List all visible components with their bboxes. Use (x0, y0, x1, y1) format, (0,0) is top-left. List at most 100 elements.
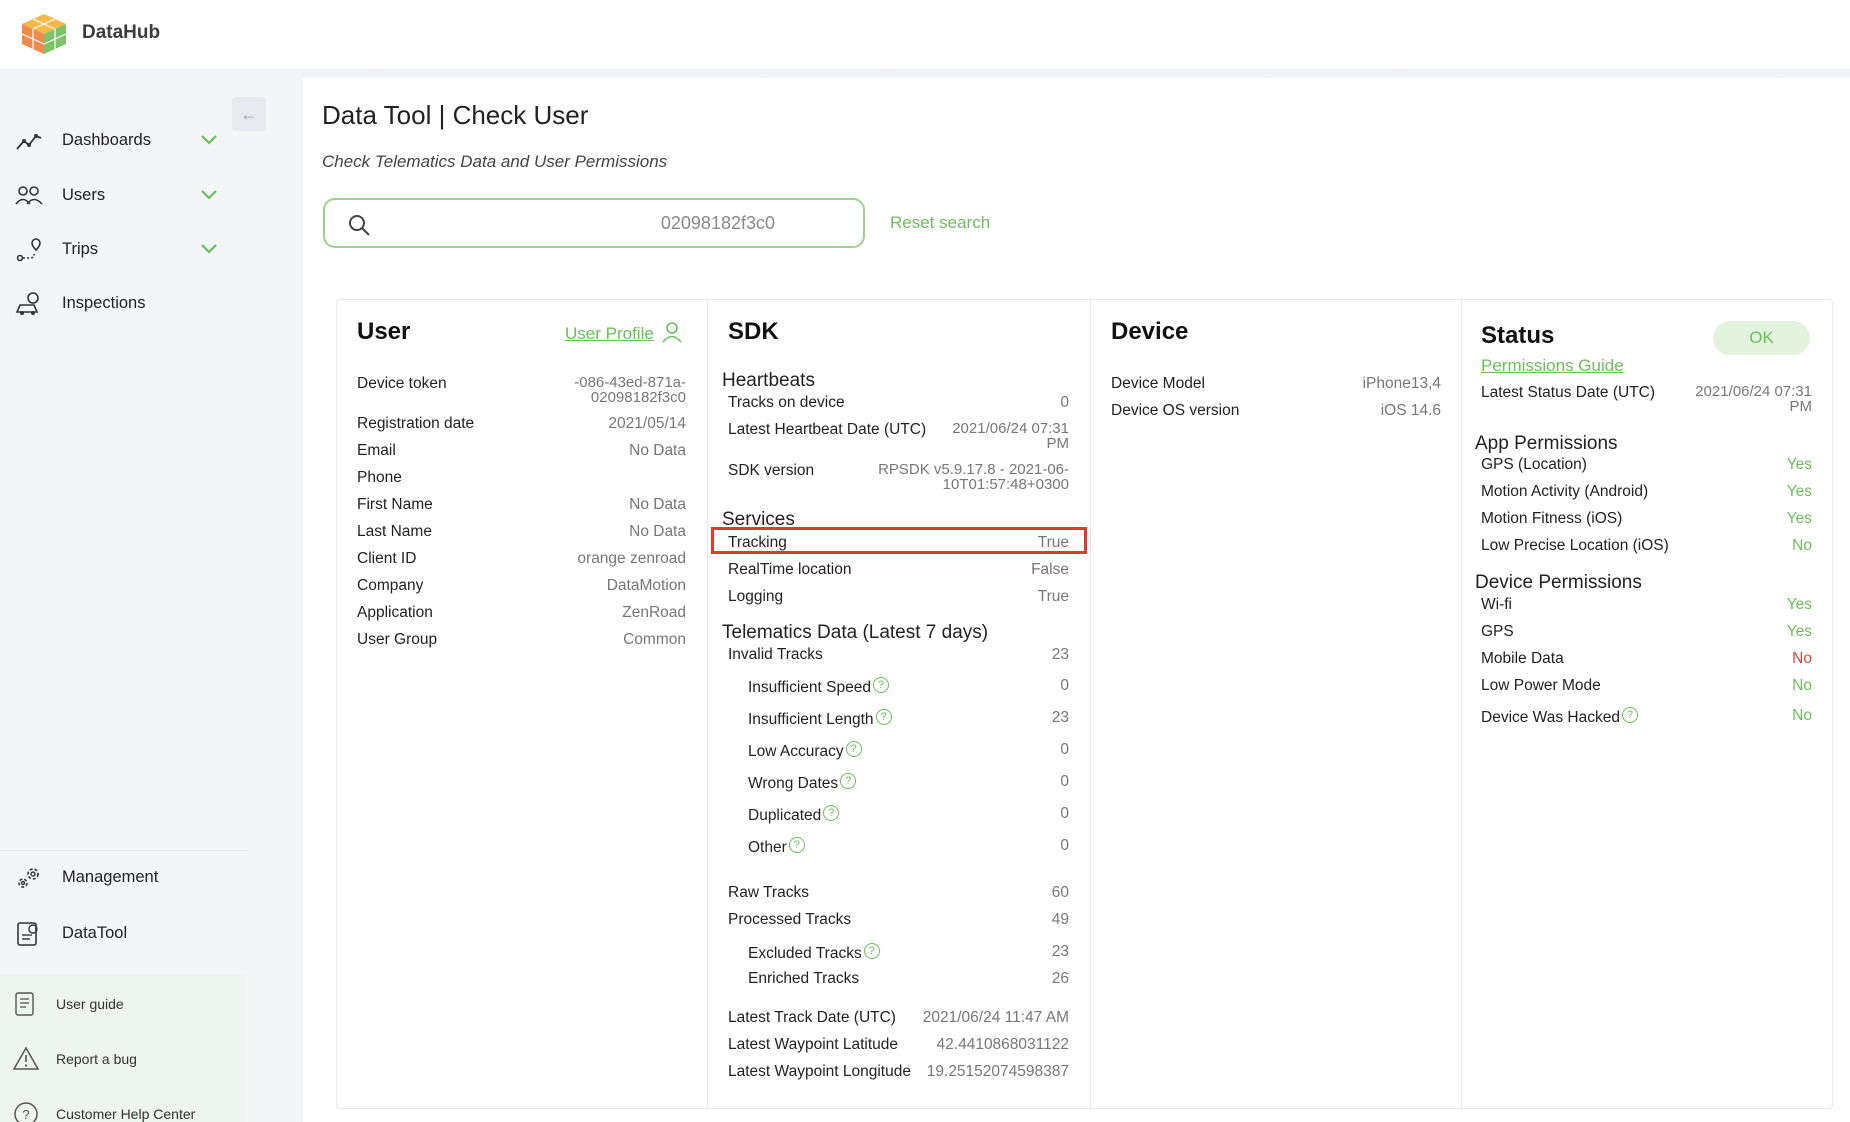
device-permissions-title: Device Permissions (1475, 572, 1642, 593)
row-label: Latest Status Date (UTC) (1481, 384, 1656, 401)
row-label: Wi-fi (1481, 596, 1512, 613)
row-value: 23 (1051, 646, 1069, 663)
sdk-row-excluded-tracks: Excluded Tracks? 23 (748, 943, 1069, 967)
sidebar-item-management[interactable]: Management (0, 858, 246, 898)
help-icon[interactable]: ? (845, 741, 862, 757)
help-icon[interactable]: ? (863, 943, 880, 959)
row-label: Raw Tracks (728, 884, 809, 901)
sidebar-item-dashboards[interactable]: Dashboards (0, 121, 246, 161)
search-box[interactable] (323, 198, 865, 248)
sdk-row-insufficient-length: Insufficient Length? 23 (748, 709, 1069, 733)
row-value: Yes (1786, 456, 1812, 473)
sidebar-item-inspections[interactable]: Inspections (0, 284, 246, 324)
user-row-last-name: Last Name No Data (357, 523, 686, 547)
heartbeats-title: Heartbeats (722, 370, 815, 391)
chevron-down-icon[interactable] (200, 133, 218, 147)
datahub-logo-icon[interactable] (18, 12, 70, 56)
row-value: 2021/05/14 (608, 415, 686, 432)
users-icon (15, 186, 43, 205)
perm-row-motion-fitness: Motion Fitness (iOS) Yes (1481, 510, 1812, 534)
sidebar-item-label: Trips (62, 240, 99, 258)
row-value: 0 (1060, 677, 1069, 694)
perm-row-low-precise-location: Low Precise Location (iOS) No (1481, 537, 1812, 561)
row-label: Tracks on device (728, 394, 845, 411)
perm-row-motion-activity: Motion Activity (Android) Yes (1481, 483, 1812, 507)
chevron-down-icon[interactable] (200, 242, 218, 256)
row-label: Enriched Tracks (748, 970, 860, 987)
status-row-latest-date: Latest Status Date (UTC) 2021/06/24 07:31… (1481, 384, 1812, 416)
sidebar-item-label: Users (62, 186, 106, 204)
row-label: Latest Waypoint Latitude (728, 1036, 899, 1053)
sdk-section-title: SDK (728, 318, 779, 345)
row-label: Motion Activity (Android) (1481, 483, 1649, 500)
row-value: 60 (1051, 884, 1069, 901)
row-value: Common (623, 631, 686, 648)
sdk-row-latest-waypoint-latitude: Latest Waypoint Latitude 42.4410868031122 (728, 1036, 1069, 1060)
permissions-guide-link[interactable]: Permissions Guide (1481, 356, 1624, 376)
row-label: User Group (357, 631, 438, 648)
warning-icon (12, 1046, 40, 1070)
search-input[interactable] (385, 208, 855, 238)
user-row-first-name: First Name No Data (357, 496, 686, 520)
user-guide-link[interactable]: User guide (0, 986, 246, 1022)
brand-name[interactable]: DataHub (82, 22, 160, 44)
column-divider (1461, 300, 1462, 1108)
sdk-row-low-accuracy: Low Accuracy? 0 (748, 741, 1069, 765)
row-label: Mobile Data (1481, 650, 1564, 667)
row-label: Client ID (357, 550, 417, 567)
help-icon[interactable]: ? (788, 837, 805, 853)
chevron-down-icon[interactable] (200, 188, 218, 202)
car-inspection-icon (15, 292, 39, 315)
search-icon (349, 215, 370, 236)
device-row-model: Device Model iPhone13,4 (1111, 375, 1441, 399)
row-label: Duplicated (748, 807, 822, 824)
row-value: No (1792, 707, 1812, 724)
row-value: -086-43ed-871a- 02098182f3c0 (574, 374, 686, 406)
user-profile-link[interactable]: User Profile (565, 321, 682, 344)
user-row-company: Company DataMotion (357, 577, 686, 601)
help-icon[interactable]: ? (875, 709, 892, 725)
sidebar-item-users[interactable]: Users (0, 176, 246, 216)
sidebar-item-datatool[interactable]: DataTool (0, 914, 246, 954)
user-row-client-id: Client ID orange zenroad (357, 550, 686, 574)
status-section-title: Status (1481, 322, 1555, 349)
report-bug-link[interactable]: Report a bug (0, 1041, 246, 1077)
help-icon[interactable]: ? (840, 773, 857, 789)
row-value: 0 (1060, 741, 1069, 758)
row-label: Invalid Tracks (728, 646, 823, 663)
device-section-title: Device (1111, 318, 1189, 345)
sidebar-item-label: DataTool (62, 924, 128, 942)
row-label: Low Power Mode (1481, 677, 1601, 694)
row-label: Device Was Hacked (1481, 709, 1620, 726)
row-label: Insufficient Speed (748, 679, 871, 696)
user-profile-label: User Profile (565, 324, 654, 343)
customer-help-center-link[interactable]: ? Customer Help Center (0, 1096, 246, 1122)
perm-row-gps-location: GPS (Location) Yes (1481, 456, 1812, 480)
row-value: DataMotion (606, 577, 686, 594)
sidebar-item-label: Management (62, 868, 159, 886)
help-item-label: User guide (56, 996, 124, 1012)
reset-search-link[interactable]: Reset search (890, 213, 990, 233)
top-bar-shadow (0, 70, 1850, 76)
row-value: 49 (1051, 911, 1069, 928)
help-item-label: Customer Help Center (56, 1106, 196, 1122)
row-label: GPS (1481, 623, 1514, 640)
row-label: Application (357, 604, 433, 621)
row-label: First Name (357, 496, 433, 513)
help-icon[interactable]: ? (872, 677, 889, 693)
help-icon[interactable]: ? (1621, 707, 1638, 723)
page-subtitle: Check Telematics Data and User Permissio… (322, 152, 668, 171)
top-bar (0, 0, 1850, 70)
sdk-row-tracks-on-device: Tracks on device 0 (728, 394, 1069, 418)
help-icon[interactable]: ? (823, 805, 840, 821)
row-label: RealTime location (728, 561, 852, 578)
sdk-row-latest-track-date: Latest Track Date (UTC) 2021/06/24 11:47 … (728, 1009, 1069, 1033)
row-label: Motion Fitness (iOS) (1481, 510, 1623, 527)
perm-row-low-power-mode: Low Power Mode No (1481, 677, 1812, 701)
perm-row-wifi: Wi-fi Yes (1481, 596, 1812, 620)
row-value: orange zenroad (577, 550, 686, 567)
row-value: No (1792, 677, 1812, 694)
row-value: No (1792, 537, 1812, 554)
sidebar-item-trips[interactable]: Trips (0, 230, 246, 270)
telematics-title: Telematics Data (Latest 7 days) (722, 622, 989, 643)
